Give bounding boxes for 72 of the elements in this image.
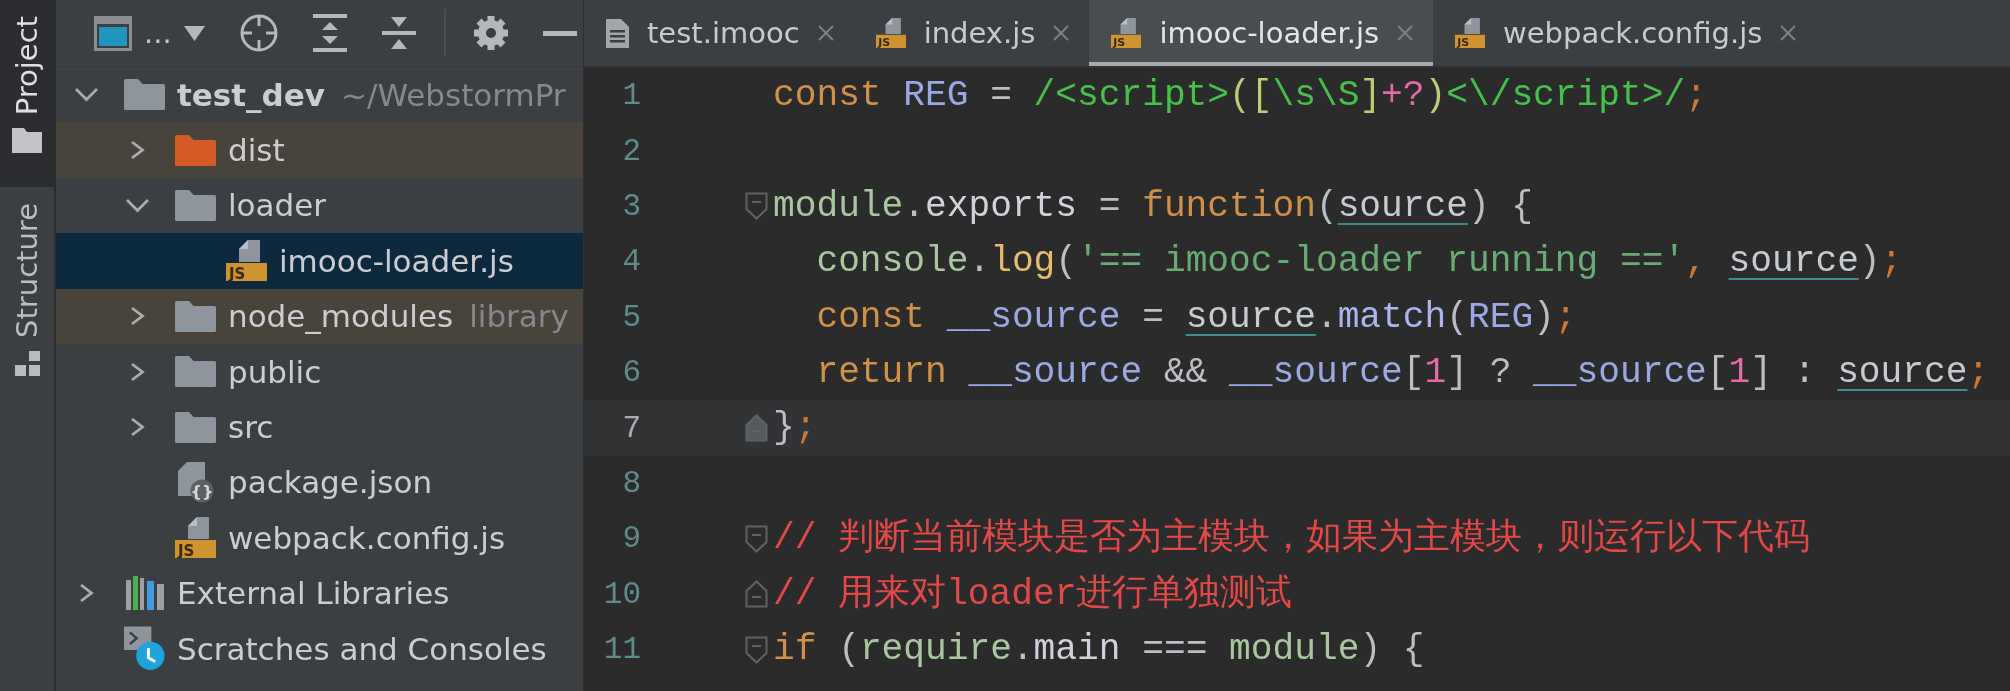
line-number: 9 [622,521,641,557]
code-line: module.exports = function(source) { [773,184,1534,229]
folder-icon [124,79,165,111]
fold-marker-icon[interactable] [745,580,768,609]
folder-icon [175,356,216,388]
tree-item[interactable]: Scratches and Consoles [56,620,583,677]
books-icon [125,576,164,611]
line-number: 5 [622,299,641,335]
editor-tab[interactable]: test.imooc [584,0,854,66]
line-number: 10 [603,576,641,612]
close-icon[interactable] [817,25,834,41]
close-icon[interactable] [1053,25,1070,41]
code-line: if (require.main === module) { [773,627,1425,672]
fold-marker-icon[interactable] [745,192,768,221]
tree-item[interactable]: External Libraries [56,565,583,621]
fold-marker-icon[interactable] [745,414,768,443]
tree-item[interactable]: public [56,343,583,400]
tool-window-tab[interactable]: Structure [0,187,54,411]
tree-item[interactable]: test_dev ~/WebstormPr [56,67,583,123]
code-line: }; [773,406,817,451]
folder-icon [175,134,216,166]
folder-icon [12,128,42,154]
chevron-down-icon[interactable] [73,87,99,103]
line-number: 1 [622,78,641,114]
chevron-right-icon[interactable] [129,306,145,327]
crosshair-icon[interactable] [239,14,278,52]
code-line: return __source && __source[1] ? __source[1] : source; [815,350,1990,395]
code-line: const __source = source.match(REG); [815,295,1577,340]
editor-tab[interactable]: JS imooc-loader.js [1089,0,1434,66]
fold-marker-icon[interactable] [745,524,768,553]
code-line: // 用来对loader进行单独测试 [773,572,1293,617]
line-number: 11 [603,632,641,668]
tree-item[interactable]: loader [56,177,583,234]
line-number: 3 [622,188,641,224]
chevron-right-icon[interactable] [129,361,145,382]
editor-tab[interactable]: JS index.js [853,0,1090,66]
editor-tab[interactable]: JS webpack.config.js [1433,0,1817,66]
tree-item[interactable]: JS webpack.config.js [56,510,583,566]
expand-arrows-icon[interactable] [312,14,347,52]
tree-item-hint: library [469,298,569,335]
chevron-right-icon[interactable] [129,417,145,438]
chevron-down-icon[interactable] [124,197,150,213]
document-icon [606,18,629,48]
collapse-arrows-icon[interactable] [381,15,416,51]
chevron-right-icon[interactable] [78,583,94,604]
line-number: 6 [622,355,641,391]
folder-icon [175,411,216,443]
fold-marker-icon[interactable] [745,635,768,664]
settings-icon[interactable] [473,16,508,50]
view-selector[interactable]: ... [94,15,205,51]
line-number: 8 [622,465,641,501]
minus-icon[interactable] [542,30,577,36]
console-clock-icon [124,626,165,672]
line-number: 4 [622,244,641,280]
tree-item[interactable]: dist [56,122,583,178]
folder-icon [175,300,216,332]
tool-window-tab[interactable]: Project [0,0,54,188]
line-number: 7 [622,410,641,446]
code-line: // 判断当前模块是否为主模块，如果为主模块，则运行以下代码 [773,516,1811,562]
tree-item-hint: ~/WebstormPr [341,76,566,113]
close-icon[interactable] [1780,25,1797,41]
folder-icon [175,189,216,221]
structure-icon [14,351,40,377]
chevron-right-icon[interactable] [129,140,145,161]
code-line: console.log('== imooc-loader running ==', source); [815,240,1903,285]
tree-item[interactable]: src [56,399,583,455]
tree-item[interactable]: {} package.json [56,454,583,511]
tree-item[interactable]: JS imooc-loader.js [56,233,583,289]
code-line: const REG = /<script>([\s\S]+?)<\/script>/; [773,74,1707,118]
line-number: 2 [622,133,641,169]
tree-item[interactable]: node_modules library [56,288,583,344]
caret-icon [183,25,205,41]
